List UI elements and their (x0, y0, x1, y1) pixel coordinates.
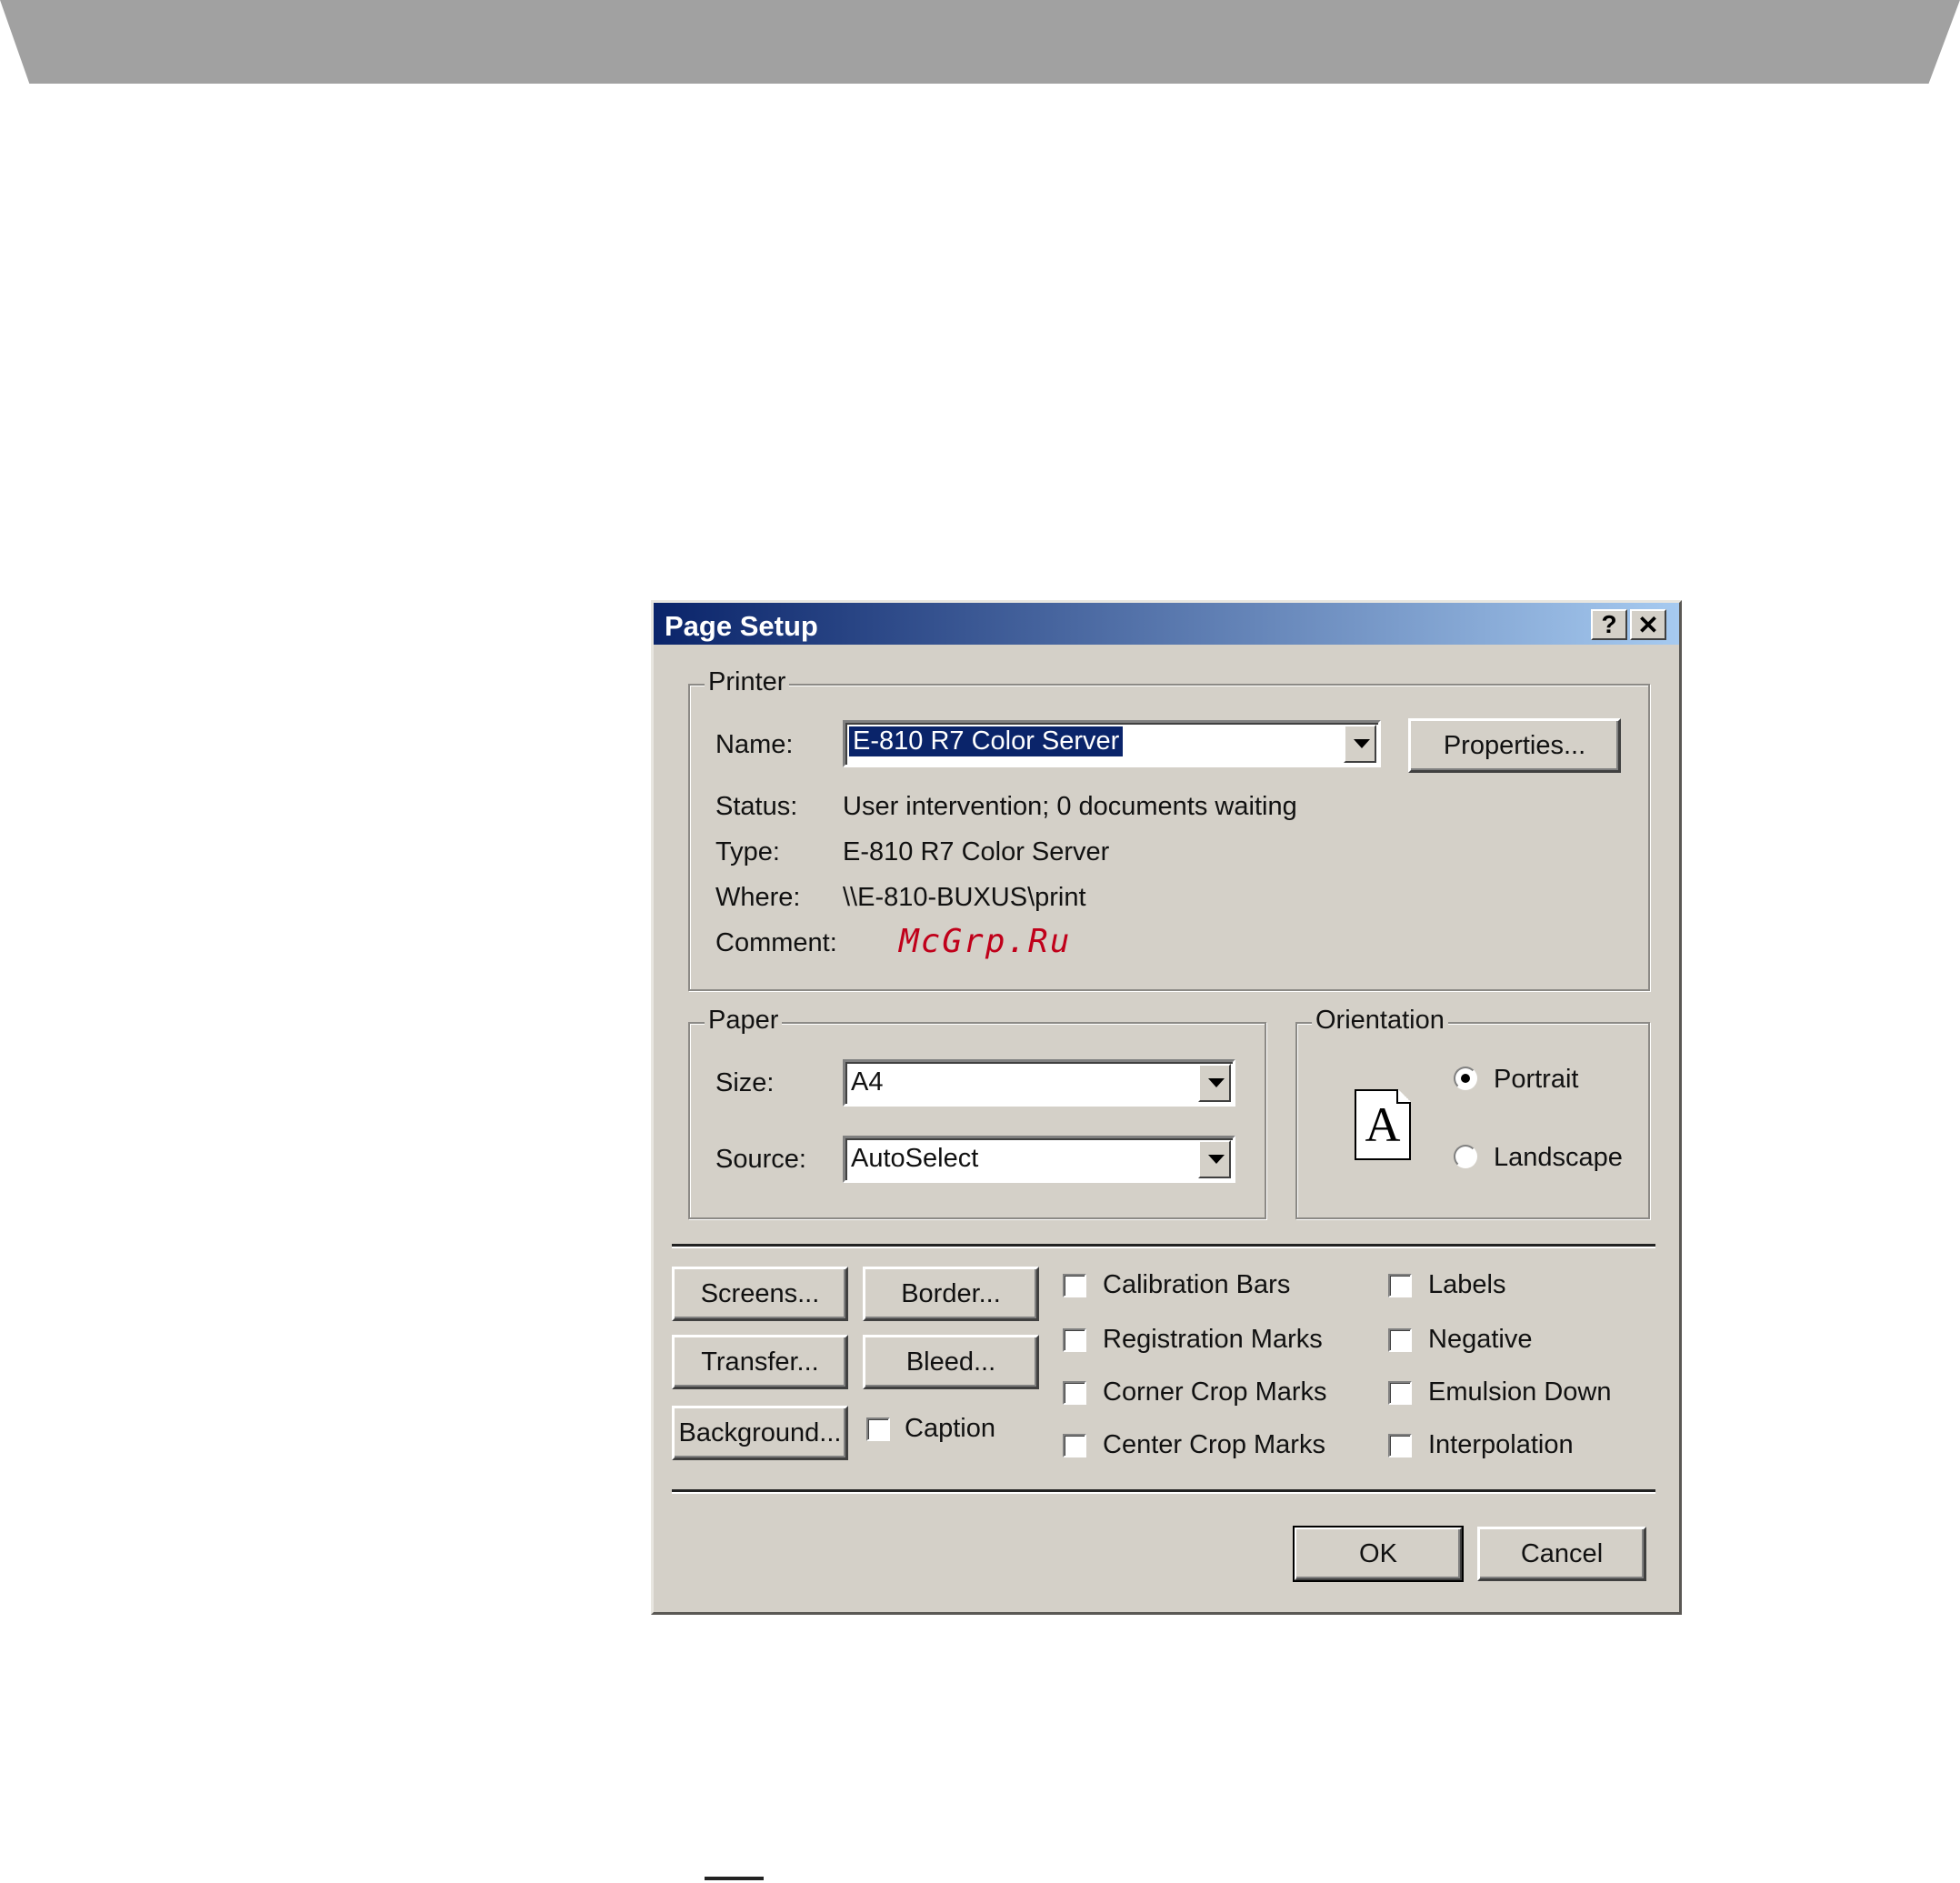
source-select[interactable]: AutoSelect (843, 1136, 1235, 1183)
corner-crop-marks-label[interactable]: Corner Crop Marks (1103, 1377, 1327, 1407)
center-crop-marks-checkbox[interactable] (1063, 1434, 1086, 1457)
calibration-bars-checkbox[interactable] (1063, 1274, 1086, 1297)
bleed-button[interactable]: Bleed... (863, 1335, 1039, 1389)
status-label: Status: (715, 792, 798, 821)
type-label: Type: (715, 837, 780, 866)
interpolation-checkbox[interactable] (1388, 1434, 1412, 1457)
landscape-radio[interactable] (1454, 1145, 1477, 1168)
ok-button[interactable]: OK (1293, 1526, 1464, 1582)
page-orientation-icon: A (1355, 1089, 1411, 1160)
transfer-button[interactable]: Transfer... (672, 1335, 848, 1389)
properties-button[interactable]: Properties... (1408, 718, 1621, 773)
comment-label: Comment: (715, 928, 837, 957)
screens-button[interactable]: Screens... (672, 1267, 848, 1321)
portrait-label[interactable]: Portrait (1494, 1065, 1578, 1095)
negative-checkbox[interactable] (1388, 1328, 1412, 1352)
size-select[interactable]: A4 (843, 1059, 1235, 1107)
top-header-band (0, 0, 1960, 84)
separator-bottom (672, 1489, 1655, 1494)
dialog-titlebar[interactable]: Page Setup ? ✕ (654, 603, 1679, 645)
labels-checkbox[interactable] (1388, 1274, 1412, 1297)
labels-label[interactable]: Labels (1428, 1270, 1505, 1300)
center-crop-marks-label[interactable]: Center Crop Marks (1103, 1430, 1325, 1460)
page-setup-dialog: Page Setup ? ✕ Printer Name: E-810 R7 Co… (651, 600, 1682, 1615)
help-button[interactable]: ? (1591, 609, 1627, 640)
source-label: Source: (715, 1145, 806, 1174)
printer-name-label: Name: (715, 730, 794, 759)
cancel-button[interactable]: Cancel (1477, 1527, 1646, 1581)
background-button[interactable]: Background... (672, 1406, 848, 1460)
where-value: \\E-810-BUXUS\print (843, 883, 1086, 912)
negative-label[interactable]: Negative (1428, 1325, 1532, 1355)
close-button[interactable]: ✕ (1630, 609, 1666, 640)
size-value: A4 (851, 1067, 884, 1097)
portrait-radio[interactable] (1454, 1067, 1477, 1090)
source-value: AutoSelect (851, 1144, 979, 1173)
interpolation-label[interactable]: Interpolation (1428, 1430, 1574, 1460)
help-icon: ? (1601, 610, 1617, 638)
chevron-down-icon[interactable] (1198, 1064, 1231, 1102)
emulsion-down-checkbox[interactable] (1388, 1381, 1412, 1405)
status-value: User intervention; 0 documents waiting (843, 792, 1297, 821)
caption-label[interactable]: Caption (905, 1414, 995, 1444)
calibration-bars-label[interactable]: Calibration Bars (1103, 1270, 1290, 1300)
registration-marks-checkbox[interactable] (1063, 1328, 1086, 1352)
corner-crop-marks-checkbox[interactable] (1063, 1381, 1086, 1405)
footer-mark (705, 1877, 764, 1880)
paper-group-label: Paper (705, 1006, 783, 1036)
emulsion-down-label[interactable]: Emulsion Down (1428, 1377, 1611, 1407)
registration-marks-label[interactable]: Registration Marks (1103, 1325, 1323, 1355)
type-value: E-810 R7 Color Server (843, 837, 1110, 866)
border-button[interactable]: Border... (863, 1267, 1039, 1321)
close-icon: ✕ (1637, 610, 1659, 639)
printer-name-value: E-810 R7 Color Server (849, 726, 1124, 756)
chevron-down-icon[interactable] (1198, 1140, 1231, 1178)
orientation-group: Orientation (1295, 1006, 1650, 1219)
size-label: Size: (715, 1068, 775, 1097)
dialog-title: Page Setup (665, 610, 818, 642)
caption-checkbox[interactable] (866, 1417, 890, 1441)
comment-watermark: McGrp.Ru (899, 923, 1072, 960)
printer-group-label: Printer (705, 667, 790, 697)
orientation-group-label: Orientation (1312, 1006, 1448, 1036)
where-label: Where: (715, 883, 801, 912)
paper-group: Paper (688, 1006, 1266, 1219)
separator-top (672, 1244, 1655, 1248)
printer-name-select[interactable]: E-810 R7 Color Server (843, 720, 1381, 767)
chevron-down-icon[interactable] (1344, 725, 1376, 763)
landscape-label[interactable]: Landscape (1494, 1143, 1623, 1173)
